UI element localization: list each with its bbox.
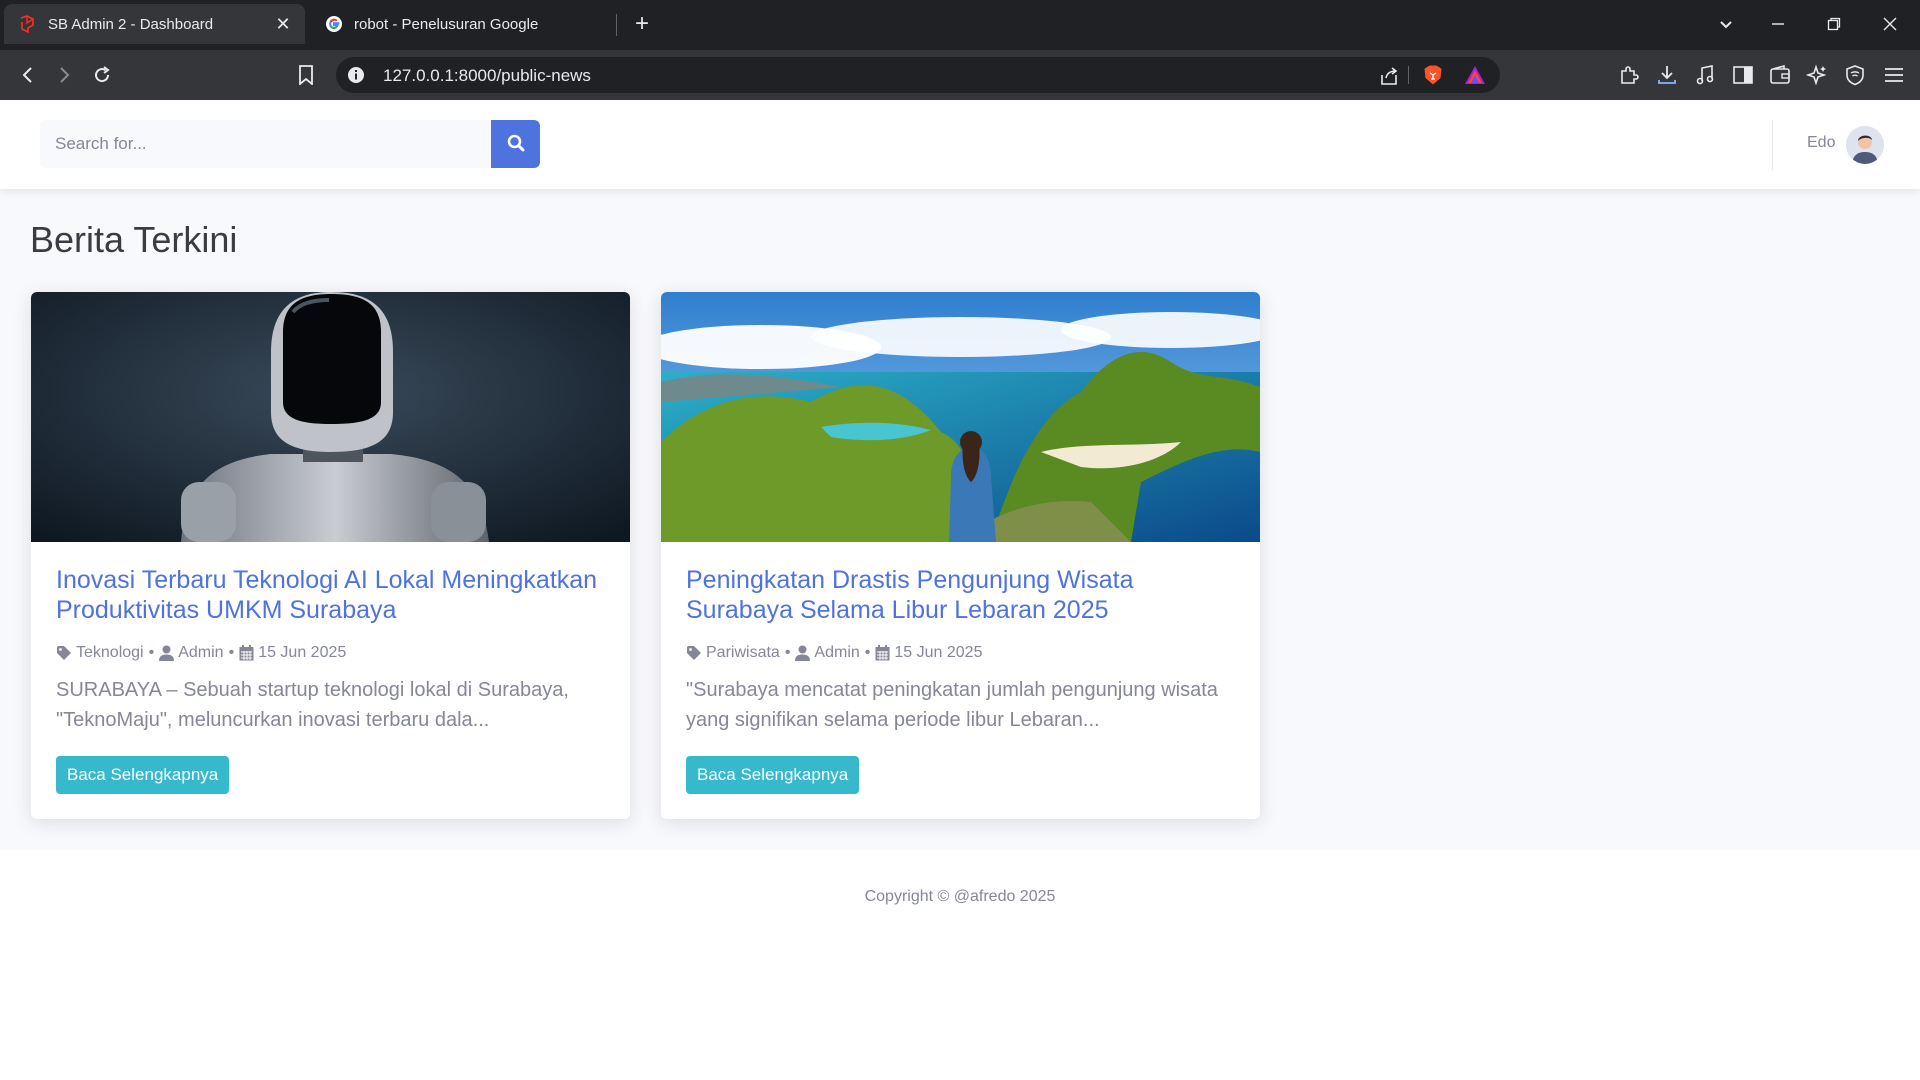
search-input[interactable]: [40, 120, 491, 168]
laravel-icon: [18, 14, 38, 34]
article-excerpt: SURABAYA – Sebuah startup teknologi loka…: [56, 679, 569, 731]
search-form: [40, 120, 540, 168]
browser-toolbar: 127.0.0.1:8000/public-news: [0, 50, 1920, 100]
tag-icon: [56, 645, 72, 661]
footer: Copyright © @afredo 2025: [0, 850, 1920, 1080]
island-landscape-image: [661, 292, 1260, 542]
site-info-icon[interactable]: [346, 65, 366, 85]
read-more-button[interactable]: Baca Selengkapnya: [56, 756, 230, 794]
article-category: Pariwisata: [706, 644, 780, 661]
user-icon: [159, 645, 175, 661]
copyright-text: Copyright © @afredo 2025: [864, 888, 1056, 905]
article-date: 15 Jun 2025: [258, 644, 347, 661]
tab-title: SB Admin 2 - Dashboard: [48, 15, 214, 33]
restore-button[interactable]: [1814, 8, 1854, 40]
calendar-icon: [239, 645, 254, 661]
close-window-button[interactable]: [1870, 8, 1910, 40]
close-tab-icon[interactable]: ✕: [273, 14, 293, 34]
read-more-button[interactable]: Baca Selengkapnya: [686, 756, 860, 794]
page-title: Berita Terkini: [30, 219, 238, 260]
minimize-button[interactable]: [1758, 8, 1798, 40]
address-bar[interactable]: 127.0.0.1:8000/public-news: [336, 57, 1500, 93]
media-icon[interactable]: [1693, 63, 1717, 87]
browser-tab-bar: SB Admin 2 - Dashboard ✕ robot - Penelus…: [0, 0, 1920, 50]
topbar: Edo: [0, 100, 1920, 189]
user-avatar[interactable]: [1846, 126, 1884, 164]
tab-google-search[interactable]: robot - Penelusuran Google: [310, 4, 615, 44]
article-title[interactable]: Peningkatan Drastis Pengunjung Wisata Su…: [686, 565, 1236, 625]
bookmark-icon[interactable]: [290, 59, 322, 91]
tab-search-icon[interactable]: [1706, 8, 1746, 40]
article-category: Teknologi: [76, 644, 144, 661]
calendar-icon: [875, 645, 890, 661]
article-meta: Pariwisata • Admin • 15 Jun 2025: [686, 644, 982, 662]
article-title[interactable]: Inovasi Terbaru Teknologi AI Lokal Menin…: [56, 565, 606, 625]
user-icon: [795, 645, 811, 661]
meta-separator: •: [228, 644, 235, 661]
article-meta: Teknologi • Admin • 15 Jun 2025: [56, 644, 346, 662]
reload-button[interactable]: [86, 59, 118, 91]
new-tab-button[interactable]: +: [628, 10, 656, 38]
tab-divider: [616, 14, 617, 36]
tab-sb-admin[interactable]: SB Admin 2 - Dashboard ✕: [4, 4, 305, 44]
tab-title: robot - Penelusuran Google: [354, 15, 539, 33]
article-excerpt: "Surabaya mencatat peningkatan jumlah pe…: [686, 679, 1218, 731]
google-icon: [324, 14, 344, 34]
back-button[interactable]: [12, 59, 44, 91]
user-name[interactable]: Edo: [1807, 134, 1835, 152]
wallet-icon[interactable]: [1768, 63, 1792, 87]
extensions-icon[interactable]: [1617, 63, 1641, 87]
article-date: 15 Jun 2025: [894, 644, 983, 661]
sidebar-icon[interactable]: [1731, 63, 1755, 87]
page-content: Edo Berita Terkini Inovasi Ter: [0, 100, 1920, 1080]
leo-ai-icon[interactable]: [1805, 63, 1829, 87]
article-author: Admin: [814, 644, 860, 661]
brave-rewards-icon[interactable]: [1464, 65, 1486, 85]
forward-button[interactable]: [48, 59, 80, 91]
omnibox-divider: [1408, 66, 1409, 84]
topbar-divider: [1772, 120, 1773, 170]
news-card: Peningkatan Drastis Pengunjung Wisata Su…: [661, 292, 1260, 819]
article-author: Admin: [178, 644, 224, 661]
download-icon[interactable]: [1655, 63, 1679, 87]
robot-image: [31, 292, 630, 542]
vpn-icon[interactable]: [1843, 63, 1867, 87]
meta-separator: •: [148, 644, 155, 661]
search-button[interactable]: [491, 120, 540, 168]
brave-shields-icon[interactable]: [1422, 64, 1444, 86]
tag-icon: [686, 645, 702, 661]
news-card: Inovasi Terbaru Teknologi AI Lokal Menin…: [31, 292, 630, 819]
meta-separator: •: [864, 644, 871, 661]
menu-icon[interactable]: [1882, 63, 1906, 87]
meta-separator: •: [784, 644, 791, 661]
url-text[interactable]: 127.0.0.1:8000/public-news: [383, 66, 591, 86]
search-icon: [507, 134, 525, 155]
share-icon[interactable]: [1378, 65, 1400, 87]
